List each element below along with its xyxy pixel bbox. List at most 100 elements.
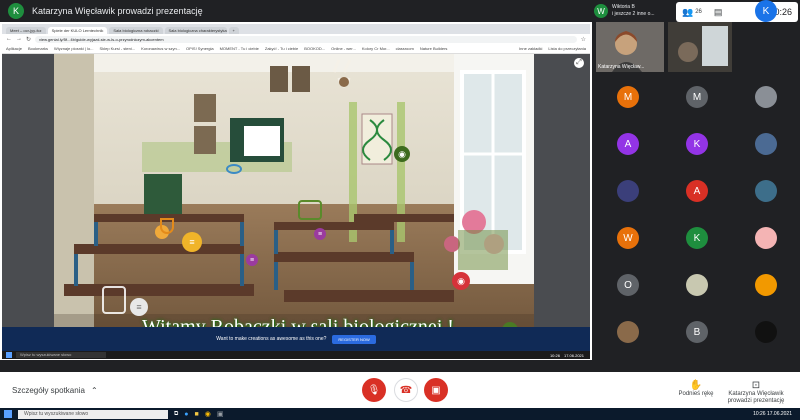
join-notification[interactable]: W Wiktoria B i jeszcze 2 inne o... — [594, 0, 674, 22]
shared-screen: Meet – ocr-jyy-fcz Spiele der KULO Lernt… — [0, 22, 592, 380]
eye-outline-icon[interactable] — [226, 164, 242, 174]
inner-clock-time: 10:26 — [549, 352, 560, 358]
bookmark[interactable]: Nature Builders — [420, 46, 448, 51]
participant-avatar[interactable]: A — [617, 133, 639, 155]
banner-text: Want to make creations as awesome as thi… — [216, 336, 327, 342]
classroom-illustration — [54, 54, 534, 346]
inner-clock-date: 17.06.2021 — [563, 352, 584, 358]
eye-hotspot-icon[interactable]: ◉ — [394, 146, 410, 162]
windows-icon[interactable] — [6, 352, 12, 358]
camera-tile[interactable] — [668, 22, 732, 72]
notification-avatar: W — [594, 4, 608, 18]
participant-avatar[interactable]: K — [686, 227, 708, 249]
page-content: Witamy Robaczki w sali biologicznej ! › … — [2, 54, 590, 380]
raise-hand-icon: ✋ — [689, 380, 703, 391]
raise-hand-label: Podnieś rękę — [678, 391, 714, 397]
chrome-icon[interactable]: ◉ — [205, 410, 211, 418]
edge-icon[interactable]: ● — [184, 411, 188, 418]
camera-video — [668, 22, 732, 72]
participant-avatar[interactable] — [755, 274, 777, 296]
participant-avatar[interactable]: A — [686, 180, 708, 202]
participant-avatar[interactable] — [617, 180, 639, 202]
participant-avatar[interactable] — [617, 321, 639, 343]
chat-icon[interactable]: ▤ — [714, 7, 723, 18]
inner-search[interactable]: Wpisz tu wyszukiwane słowo — [16, 352, 106, 358]
os-search-box[interactable]: Wpisz tu wyszukiwane słowo — [18, 409, 168, 419]
participant-avatar[interactable] — [755, 180, 777, 202]
bookmark[interactable]: classroom — [396, 46, 414, 51]
participant-avatar[interactable] — [755, 321, 777, 343]
fullscreen-icon[interactable]: ⤢ — [574, 58, 584, 68]
menu-hotspot-icon-purple[interactable]: ≡ — [246, 254, 258, 266]
bookmark[interactable]: Aplikacje — [6, 46, 22, 51]
bookmark[interactable]: Zakyć! - Tu i ciebie — [265, 46, 298, 51]
notification-line2: i jeszcze 2 inne o... — [612, 11, 655, 17]
menu-hotspot-icon[interactable]: ≡ — [182, 232, 202, 252]
raise-hand-button[interactable]: ✋ Podnieś rękę — [676, 380, 716, 397]
participant-avatar[interactable]: O — [617, 274, 639, 296]
participant-avatar[interactable] — [755, 227, 777, 249]
new-tab-button[interactable]: + — [228, 27, 239, 34]
register-button[interactable]: REGISTER NOW — [332, 334, 376, 344]
back-icon[interactable]: ← — [6, 36, 12, 42]
bookmark[interactable]: OPIS! Synergia — [186, 46, 214, 51]
chevron-up-icon: ⌃ — [90, 386, 98, 395]
microscope-hotspot-icon[interactable] — [102, 286, 126, 314]
participant-avatar[interactable]: K — [686, 133, 708, 155]
participant-avatar[interactable] — [686, 274, 708, 296]
forward-icon[interactable]: → — [16, 36, 22, 42]
self-tile-label: Katarzyna Więcław... — [598, 64, 645, 70]
presenting-button[interactable]: ⊡ Katarzyna Więcławik prowadzi prezentac… — [718, 380, 794, 405]
os-taskbar: Wpisz tu wyszukiwane słowo ⧉ ● ■ ◉ ▣ 10:… — [0, 408, 800, 420]
participant-avatar[interactable]: B — [686, 321, 708, 343]
self-video-tile[interactable]: Katarzyna Więcław... — [596, 22, 664, 72]
participant-avatar[interactable]: M — [686, 86, 708, 108]
notification-text: Wiktoria B i jeszcze 2 inne o... — [612, 4, 655, 18]
bookmark[interactable]: Koronawirus w szyn... — [141, 46, 180, 51]
bookmark[interactable]: Bookmarks — [28, 46, 48, 51]
bookmark[interactable]: Lista do przeczytania — [548, 46, 586, 51]
bookmarks-bar: Aplikacje Bookmarks Wiyznaje piosnki | l… — [2, 44, 590, 54]
menu-hotspot-icon-purple[interactable]: ≡ — [314, 228, 326, 240]
participant-avatar[interactable] — [755, 133, 777, 155]
participant-avatar[interactable] — [755, 86, 777, 108]
end-call-button[interactable]: ☎ — [394, 378, 418, 402]
browser-tab[interactable]: Sala biologiczna robaczki — [109, 27, 163, 34]
os-clock-time: 10:26 — [753, 411, 766, 417]
bookmark[interactable]: Kolory Cr Mor... — [362, 46, 390, 51]
windows-start-icon[interactable] — [4, 410, 12, 418]
flask-hotspot-icon[interactable] — [160, 218, 174, 234]
mic-off-button[interactable]: 🎙 — [362, 378, 386, 402]
register-banner: Want to make creations as awesome as thi… — [2, 327, 590, 351]
eye-hotspot-icon-red[interactable]: ◉ — [452, 272, 470, 290]
participant-avatar[interactable]: W — [617, 227, 639, 249]
bookmark[interactable]: Online - wer... — [331, 46, 356, 51]
address-field[interactable]: view.genial.ly/5f...4b/guide-wyjazd-sie-… — [35, 35, 577, 43]
bookmark[interactable]: Wiyznaje piosnki | lo... — [54, 46, 94, 51]
meeting-details-label: Szczegóły spotkania — [12, 386, 85, 395]
present-icon: ⊡ — [751, 380, 761, 391]
bookmark[interactable]: Sklep Kursi - steni... — [100, 46, 136, 51]
bookmark[interactable]: MOMENT - Tu i ciebie — [220, 46, 259, 51]
people-icon[interactable]: 👥 26 — [682, 7, 702, 18]
participant-avatar[interactable]: M — [617, 86, 639, 108]
presenter-label: Katarzyna Więcławik prowadzi prezentację — [32, 6, 203, 16]
bookmark[interactable]: Inne zakładki — [519, 46, 542, 51]
camera-off-button[interactable]: ▣ — [424, 378, 448, 402]
star-icon[interactable]: ☆ — [581, 36, 586, 43]
browser-tab[interactable]: Sala biologiczna charakterystyka — [164, 27, 227, 34]
browser-window: Meet – ocr-jyy-fcz Spiele der KULO Lernt… — [2, 24, 590, 380]
reload-icon[interactable]: ↻ — [26, 36, 31, 43]
task-view-icon[interactable]: ⧉ — [174, 411, 178, 418]
file-explorer-icon[interactable]: ■ — [195, 411, 199, 418]
meeting-details-button[interactable]: Szczegóły spotkania ⌃ — [12, 386, 98, 395]
bookmark[interactable]: BOOKOD... — [304, 46, 325, 51]
participant-avatar[interactable]: K — [755, 0, 777, 22]
menu-hotspot-icon-white[interactable]: ≡ — [130, 298, 148, 316]
camera-hotspot-icon[interactable] — [298, 200, 322, 220]
meeting-top-panel: 👥 26 ▤ 10:26 — [676, 2, 798, 22]
presenting-label: Katarzyna Więcławik prowadzi prezentację — [727, 391, 785, 404]
browser-tab[interactable]: Meet – ocr-jyy-fcz — [6, 27, 46, 34]
browser-tab-active[interactable]: Spiele der KULO Lerntechnik — [47, 27, 108, 34]
store-icon[interactable]: ▣ — [217, 410, 224, 418]
